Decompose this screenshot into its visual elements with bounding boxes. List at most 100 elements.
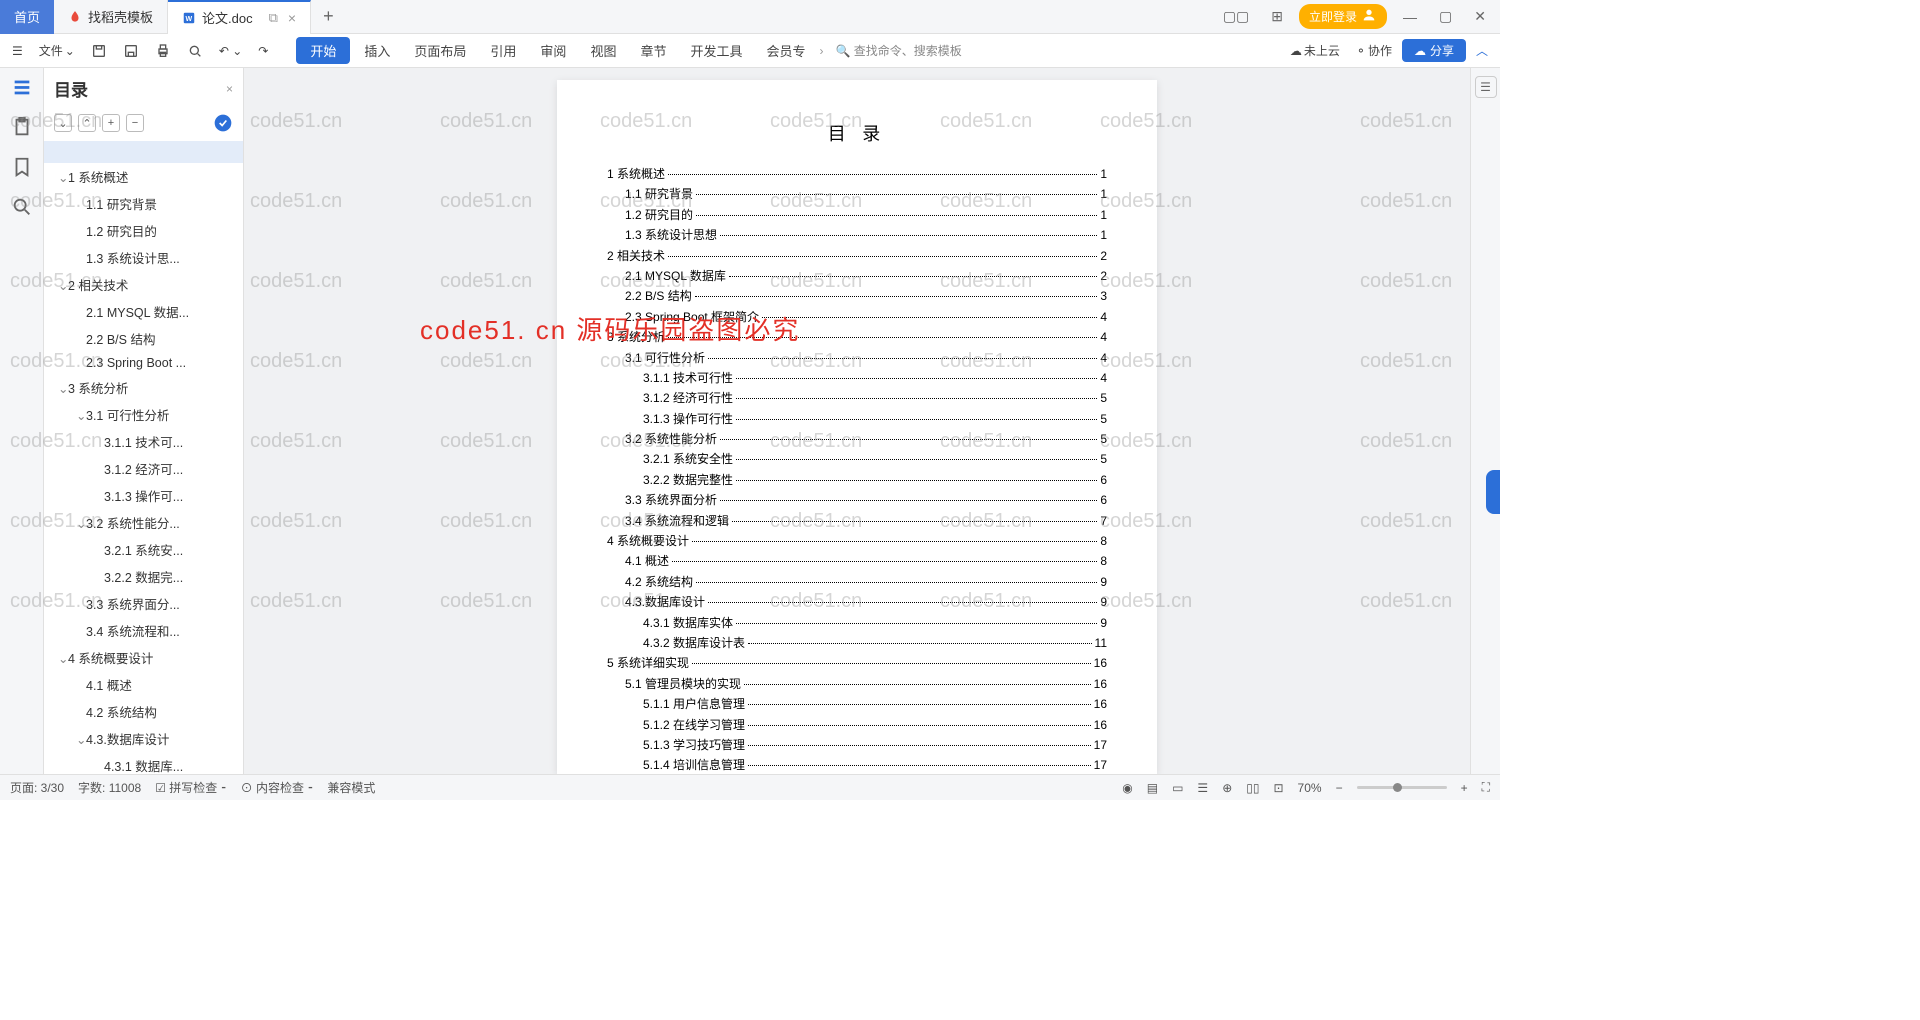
expand-all-icon[interactable]: ⌃: [78, 114, 96, 132]
share-button[interactable]: ☁ 分享: [1402, 39, 1466, 62]
toc-row[interactable]: 1 系统概述1: [607, 164, 1107, 184]
collapse-all-icon[interactable]: ⌄: [54, 114, 72, 132]
bookmark-icon[interactable]: [11, 156, 33, 178]
view-read-icon[interactable]: ▭: [1172, 781, 1183, 795]
view-page-icon[interactable]: ▤: [1147, 781, 1158, 795]
side-grip[interactable]: [1486, 470, 1500, 514]
clipboard-icon[interactable]: [11, 116, 33, 138]
zoom-out-button[interactable]: −: [1336, 781, 1343, 795]
command-search[interactable]: 🔍 查找命令、搜索模板: [828, 42, 970, 59]
zoom-in-button[interactable]: +: [1461, 781, 1468, 795]
view-web-icon[interactable]: ⊕: [1222, 781, 1232, 795]
content-check[interactable]: ⊙ 内容检查 ⁃: [241, 779, 314, 796]
outline-item[interactable]: 2.3 Spring Boot ...: [44, 352, 243, 374]
toc-row[interactable]: 3.4 系统流程和逻辑7: [607, 511, 1107, 531]
toc-row[interactable]: 2 相关技术2: [607, 246, 1107, 266]
zoom-value[interactable]: 70%: [1298, 781, 1322, 795]
outline-item[interactable]: 1.1 研究背景: [44, 190, 243, 217]
toc-row[interactable]: 5.1.2 在线学习管理16: [607, 715, 1107, 735]
zoom-slider[interactable]: [1357, 786, 1447, 789]
outline-item[interactable]: 3.4 系统流程和...: [44, 617, 243, 644]
toc-row[interactable]: 2.1 MYSQL 数据库2: [607, 266, 1107, 286]
ribbon-tab-layout[interactable]: 页面布局: [404, 37, 476, 64]
ribbon-tab-chapter[interactable]: 章节: [630, 37, 676, 64]
toc-row[interactable]: 3.2.1 系统安全性5: [607, 449, 1107, 469]
close-icon[interactable]: ×: [288, 10, 296, 26]
ribbon-tab-view[interactable]: 视图: [580, 37, 626, 64]
tab-template[interactable]: 找稻壳模板: [54, 0, 168, 34]
right-panel-toggle[interactable]: ☰: [1475, 76, 1497, 98]
view-outline-icon[interactable]: ☰: [1197, 781, 1208, 795]
compat-mode[interactable]: 兼容模式: [327, 779, 375, 796]
toc-row[interactable]: 2.3 Spring Boot 框架简介4: [607, 307, 1107, 327]
panel-close-icon[interactable]: ×: [226, 82, 233, 96]
outline-item[interactable]: ⌄4.3.数据库设计: [44, 725, 243, 752]
outline-item[interactable]: 3.1.2 经济可...: [44, 455, 243, 482]
toc-row[interactable]: 5.1.4 培训信息管理17: [607, 755, 1107, 774]
document-viewport[interactable]: 目 录 1 系统概述11.1 研究背景11.2 研究目的11.3 系统设计思想1…: [244, 68, 1470, 774]
ribbon-tab-ref[interactable]: 引用: [480, 37, 526, 64]
toc-row[interactable]: 3.1 可行性分析4: [607, 348, 1107, 368]
minimize-button[interactable]: —: [1397, 9, 1423, 25]
outline-item[interactable]: 1.3 系统设计思...: [44, 244, 243, 271]
layout-icon[interactable]: ▢▢: [1217, 8, 1255, 25]
outline-item[interactable]: 4.2 系统结构: [44, 698, 243, 725]
preview-icon[interactable]: [181, 39, 209, 63]
view-eye-icon[interactable]: ◉: [1122, 781, 1132, 795]
redo-icon[interactable]: ↷: [252, 40, 274, 62]
close-button[interactable]: ✕: [1468, 8, 1492, 25]
save-icon[interactable]: [85, 39, 113, 63]
outline-item[interactable]: ⌄3 系统分析: [44, 374, 243, 401]
tab-home[interactable]: 首页: [0, 0, 54, 34]
outline-item[interactable]: 2.2 B/S 结构: [44, 325, 243, 352]
outline-item[interactable]: 3.2.2 数据完...: [44, 563, 243, 590]
toc-row[interactable]: 3.1.3 操作可行性5: [607, 409, 1107, 429]
toc-row[interactable]: 3 系统分析4: [607, 327, 1107, 347]
outline-item[interactable]: 1.2 研究目的: [44, 217, 243, 244]
view-book-icon[interactable]: ▯▯: [1246, 781, 1259, 795]
page-indicator[interactable]: 页面: 3/30: [10, 779, 64, 796]
toc-row[interactable]: 4 系统概要设计8: [607, 531, 1107, 551]
outline-item[interactable]: 4.1 概述: [44, 671, 243, 698]
ribbon-tab-review[interactable]: 审阅: [530, 37, 576, 64]
screen-icon[interactable]: ⧉: [269, 10, 278, 26]
toc-row[interactable]: 5.1 管理员模块的实现16: [607, 674, 1107, 694]
outline-item[interactable]: ⌄4 系统概要设计: [44, 644, 243, 671]
search-icon[interactable]: [11, 196, 33, 218]
outline-item[interactable]: 4.3.1 数据库...: [44, 752, 243, 774]
login-button[interactable]: 立即登录: [1299, 4, 1387, 29]
toc-row[interactable]: 3.1.1 技术可行性4: [607, 368, 1107, 388]
outline-item[interactable]: 3.1.3 操作可...: [44, 482, 243, 509]
toc-row[interactable]: 4.1 概述8: [607, 551, 1107, 571]
new-tab-button[interactable]: +: [311, 6, 346, 27]
cloud-status[interactable]: ☁ 未上云: [1284, 38, 1346, 63]
print-icon[interactable]: [149, 39, 177, 63]
toc-row[interactable]: 4.3.2 数据库设计表11: [607, 633, 1107, 653]
outline-item[interactable]: 3.2.1 系统安...: [44, 536, 243, 563]
menu-button[interactable]: ☰: [6, 40, 29, 62]
outline-item[interactable]: ⌄3.2 系统性能分...: [44, 509, 243, 536]
ribbon-tab-member[interactable]: 会员专: [756, 37, 815, 64]
zoom-fit-icon[interactable]: ⊡: [1273, 781, 1283, 795]
undo-icon[interactable]: ↶ ⌄: [213, 40, 248, 62]
toc-row[interactable]: 5.1.3 学习技巧管理17: [607, 735, 1107, 755]
ribbon-tab-dev[interactable]: 开发工具: [680, 37, 752, 64]
toc-row[interactable]: 4.3.数据库设计9: [607, 592, 1107, 612]
toc-row[interactable]: 3.2.2 数据完整性6: [607, 470, 1107, 490]
file-menu[interactable]: 文件 ⌄: [33, 38, 81, 63]
spellcheck-toggle[interactable]: ☑ 拼写检查 ⁃: [155, 779, 226, 796]
collab-button[interactable]: ⚬ 协作: [1350, 38, 1398, 63]
outline-item[interactable]: 2.1 MYSQL 数据...: [44, 298, 243, 325]
outline-item[interactable]: ⌄2 相关技术: [44, 271, 243, 298]
toc-row[interactable]: 4.2 系统结构9: [607, 572, 1107, 592]
outline-item[interactable]: ⌄3.1 可行性分析: [44, 401, 243, 428]
sync-icon[interactable]: [213, 113, 233, 133]
add-item-icon[interactable]: +: [102, 114, 120, 132]
saveas-icon[interactable]: [117, 39, 145, 63]
ribbon-tab-insert[interactable]: 插入: [354, 37, 400, 64]
toc-row[interactable]: 1.1 研究背景1: [607, 184, 1107, 204]
grid-icon[interactable]: ⊞: [1265, 8, 1289, 25]
ribbon-tab-start[interactable]: 开始: [296, 37, 350, 64]
outline-item[interactable]: 3.3 系统界面分...: [44, 590, 243, 617]
fullscreen-icon[interactable]: ⛶: [1482, 780, 1490, 795]
